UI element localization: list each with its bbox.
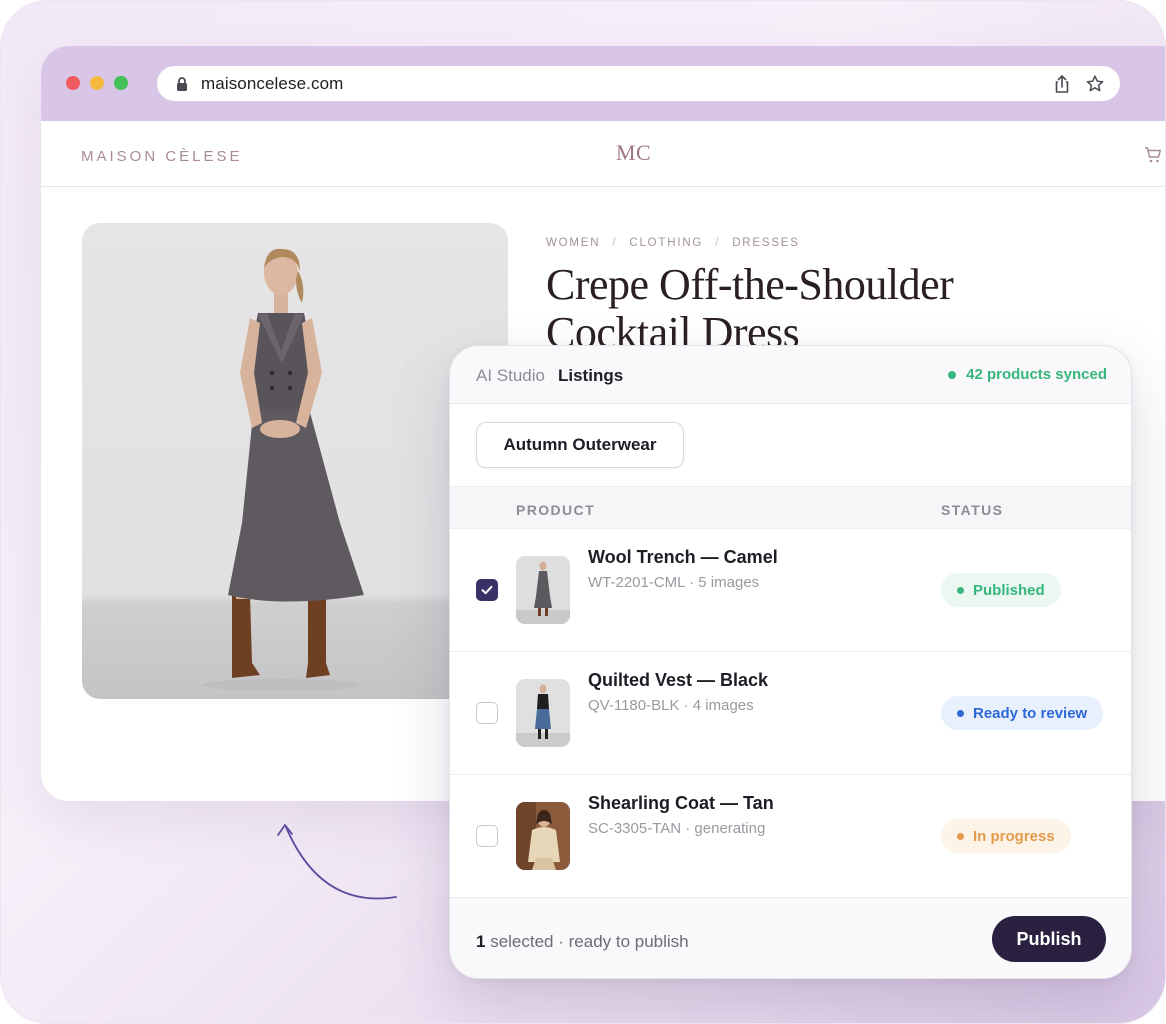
breadcrumb-separator: / — [715, 237, 721, 249]
row-checkbox[interactable] — [476, 825, 498, 847]
table-header: PRODUCT STATUS — [450, 486, 1131, 528]
brand-wordmark[interactable]: MAISON CÈLESE — [81, 148, 243, 165]
checkmark-icon — [481, 585, 493, 595]
status-badge: Published — [941, 573, 1061, 607]
table-row[interactable]: Shearling Coat — Tan SC-3305-TAN · gener… — [450, 774, 1131, 897]
product-title: Crepe Off-the-Shoulder Cocktail Dress — [546, 260, 954, 357]
selection-summary: 1 selected · ready to publish — [476, 932, 689, 952]
outer-frame: maisoncelese.com MAISON CÈLESE MC WOMEN … — [0, 0, 1166, 1024]
status-label: In progress — [973, 827, 1055, 845]
column-header-status[interactable]: STATUS — [941, 502, 1003, 518]
product-thumbnail — [516, 802, 570, 870]
status-label: Published — [973, 581, 1045, 599]
row-checkbox[interactable] — [476, 579, 498, 601]
lock-icon — [177, 77, 187, 91]
status-dot-icon — [957, 832, 964, 840]
table-row[interactable]: Wool Trench — Camel WT-2201-CML · 5 imag… — [450, 528, 1131, 651]
section-title: Listings — [558, 366, 624, 385]
panel-header: AI Studio Listings 42 products synced — [450, 346, 1131, 404]
product-thumbnail — [516, 679, 570, 747]
breadcrumb-clothing[interactable]: CLOTHING — [629, 237, 703, 249]
bookmark-star-icon[interactable] — [1085, 74, 1105, 94]
product-name[interactable]: Wool Trench — Camel — [588, 547, 778, 568]
status-label: Ready to review — [973, 704, 1088, 722]
selection-summary-text: selected · ready to publish — [485, 932, 689, 951]
breadcrumb-dresses[interactable]: DRESSES — [732, 237, 800, 249]
product-meta: SC-3305-TAN · generating — [588, 820, 766, 837]
product-photo[interactable] — [82, 223, 508, 699]
product-name[interactable]: Quilted Vest — Black — [588, 670, 768, 691]
brand-monogram[interactable]: MC — [616, 140, 651, 166]
ai-studio-listings-panel: AI Studio Listings 42 products synced Au… — [449, 345, 1132, 979]
collection-filter-button[interactable]: Autumn Outerwear — [476, 422, 684, 468]
breadcrumb: WOMEN / CLOTHING / DRESSES — [546, 237, 800, 249]
product-meta: QV-1180-BLK · 4 images — [588, 697, 754, 714]
sync-status: 42 products synced — [948, 366, 1107, 383]
status-dot-icon — [957, 709, 964, 717]
curved-arrow-icon — [277, 824, 397, 900]
browser-chrome: maisoncelese.com — [41, 46, 1165, 121]
address-bar[interactable]: maisoncelese.com — [157, 66, 1120, 101]
site-header: MAISON CÈLESE MC — [41, 121, 1165, 187]
app-label: AI Studio — [476, 366, 545, 385]
status-badge: Ready to review — [941, 696, 1104, 730]
status-badge: In progress — [941, 819, 1071, 853]
maximize-window-button[interactable] — [114, 76, 128, 90]
column-header-product[interactable]: PRODUCT — [516, 502, 595, 518]
sync-status-text: 42 products synced — [966, 366, 1107, 383]
sync-status-dot-icon — [948, 370, 957, 379]
row-checkbox[interactable] — [476, 702, 498, 724]
model-dress-illustration — [202, 248, 364, 691]
product-name[interactable]: Shearling Coat — Tan — [588, 793, 774, 814]
publish-button[interactable]: Publish — [992, 916, 1106, 962]
table-row[interactable]: Quilted Vest — Black QV-1180-BLK · 4 ima… — [450, 651, 1131, 774]
breadcrumb-separator: / — [612, 237, 618, 249]
product-thumbnail — [516, 556, 570, 624]
status-dot-icon — [957, 586, 964, 594]
panel-footer: 1 selected · ready to publish Publish — [450, 897, 1131, 978]
product-meta: WT-2201-CML · 5 images — [588, 574, 760, 591]
share-icon[interactable] — [1052, 74, 1072, 94]
minimize-window-button[interactable] — [90, 76, 104, 90]
url-text: maisoncelese.com — [201, 74, 344, 93]
close-window-button[interactable] — [66, 76, 80, 90]
cart-icon[interactable] — [1144, 146, 1162, 164]
breadcrumb-women[interactable]: WOMEN — [546, 237, 600, 249]
